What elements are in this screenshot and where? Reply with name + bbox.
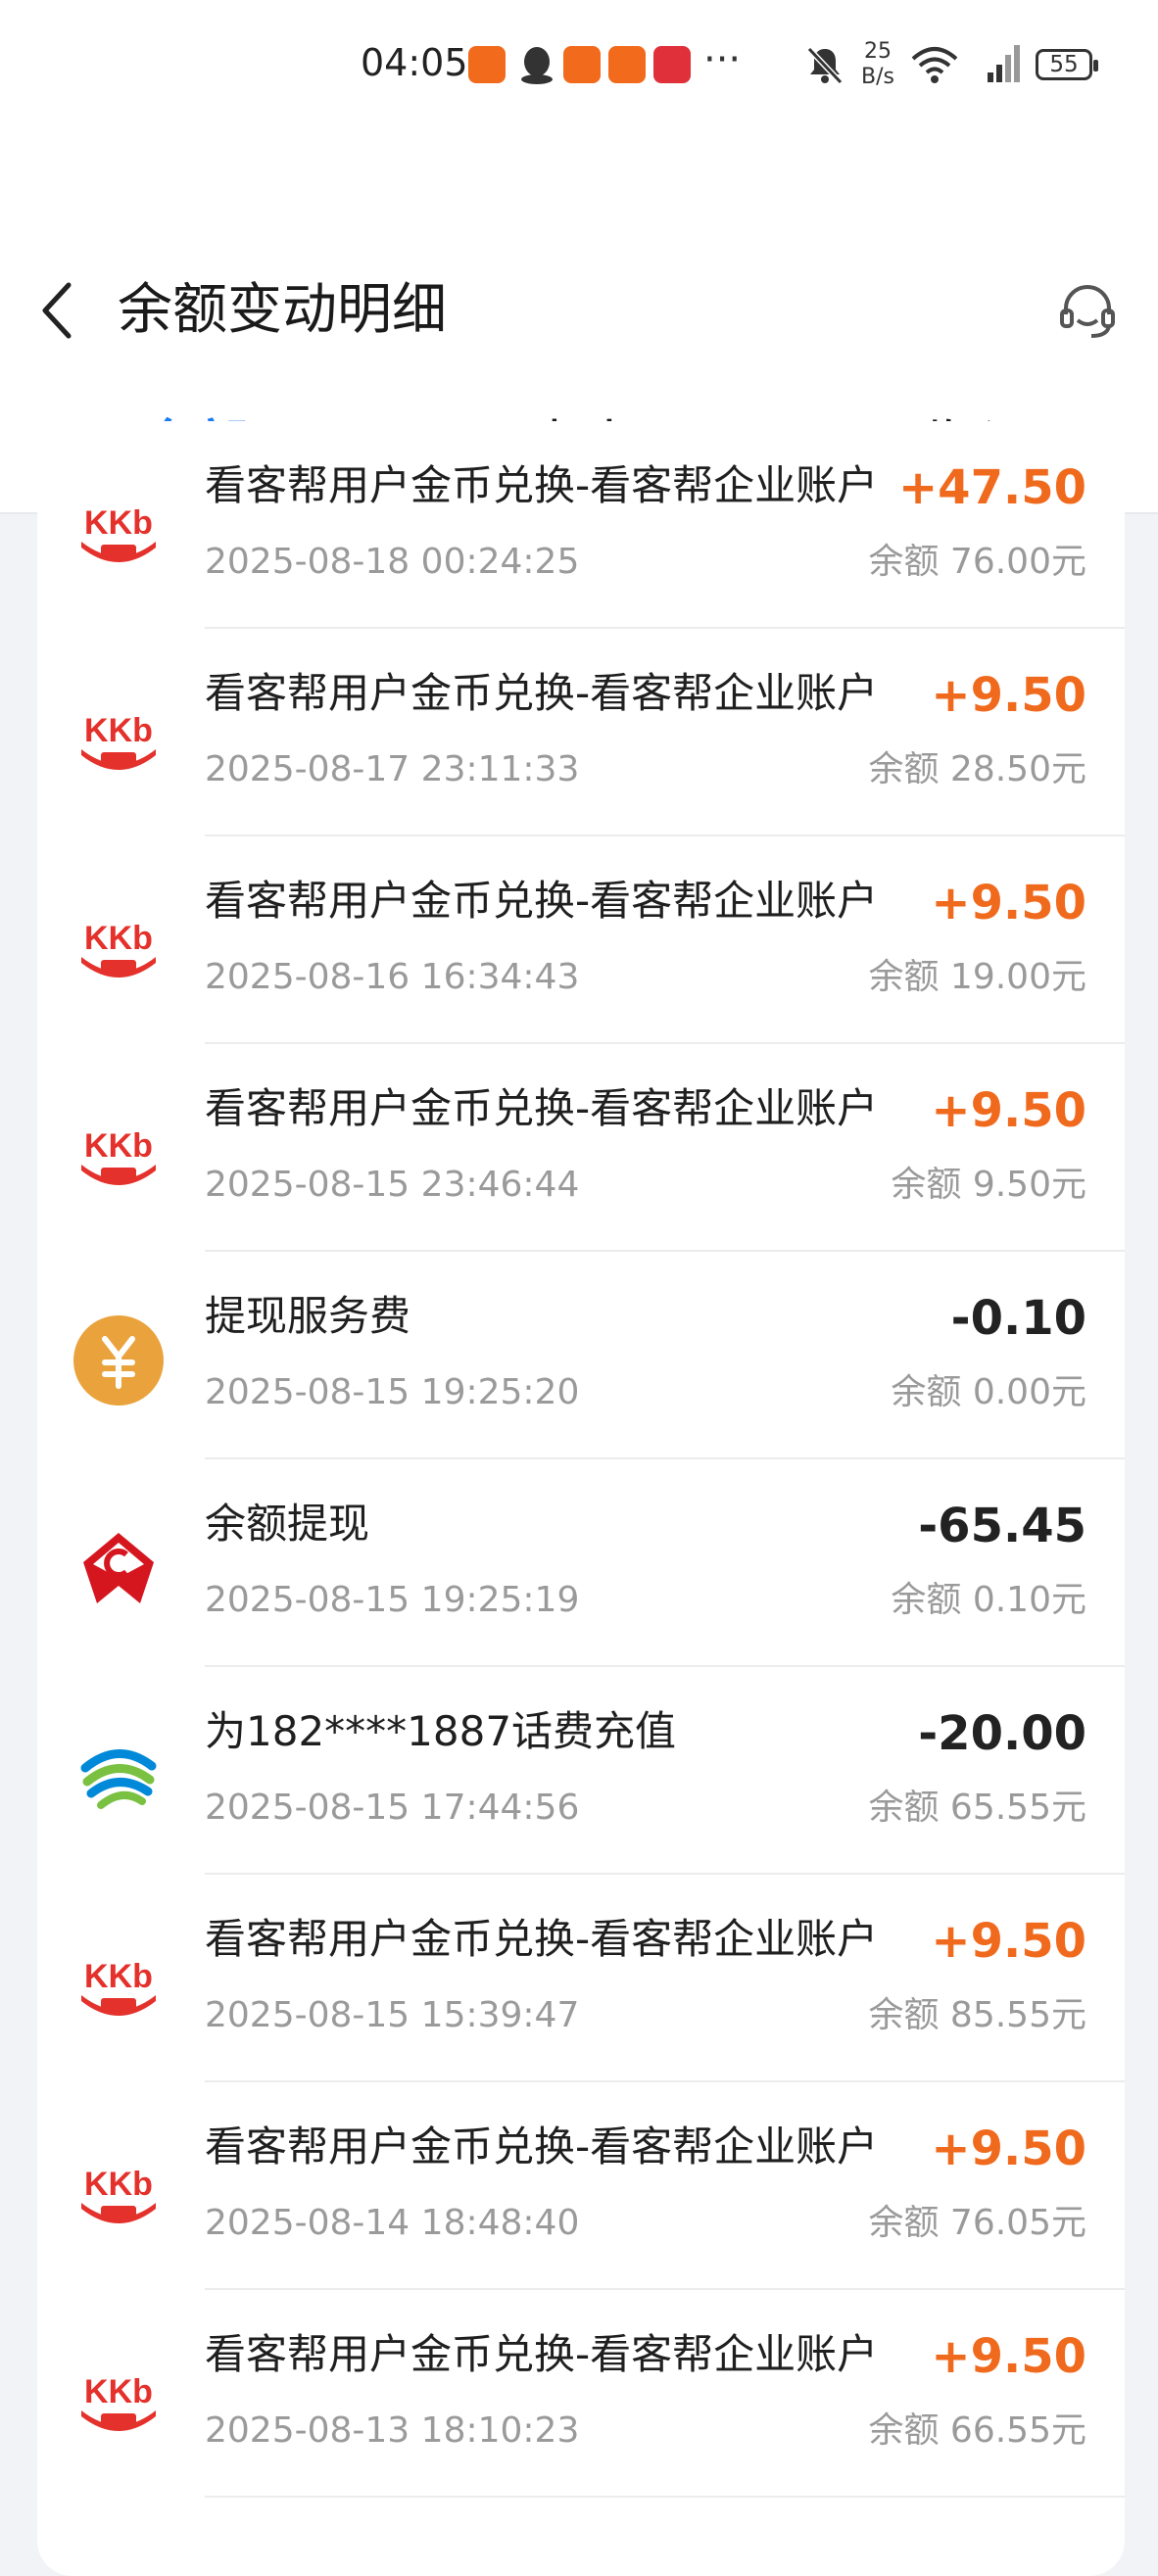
network-speed-value: 25 — [864, 39, 892, 64]
transaction-description: 看客帮用户金币兑换-看客帮企业账户 — [205, 2330, 879, 2378]
transaction-description: 余额提现 — [205, 1500, 370, 1548]
svg-text:KKb: KKb — [84, 2373, 153, 2410]
transaction-description: 为182****1887话费充值 — [205, 1707, 677, 1755]
svg-text:KKb: KKb — [84, 1958, 153, 1995]
transaction-amount: -0.10 — [950, 1291, 1086, 1346]
more-notifications-icon: ··· — [703, 37, 742, 82]
transaction-description: 看客帮用户金币兑换-看客帮企业账户 — [205, 1084, 879, 1132]
customer-service-icon[interactable] — [1056, 281, 1119, 344]
video-app-icon — [653, 46, 691, 83]
transaction-balance: 余额 65.55元 — [868, 1788, 1086, 1828]
transaction-time: 2025-08-15 23:46:44 — [205, 1165, 580, 1205]
transaction-balance: 余额 0.10元 — [891, 1580, 1086, 1620]
transaction-description: 看客帮用户金币兑换-看客帮企业账户 — [205, 877, 879, 925]
transaction-balance: 余额 0.00元 — [891, 1372, 1086, 1412]
transaction-list: KKb 看客帮用户金币兑换-看客帮企业账户 +47.50 2025-08-18 00… — [37, 421, 1125, 2576]
transaction-amount: +9.50 — [931, 1083, 1086, 1138]
transaction-row[interactable]: KKb 看客帮用户金币兑换-看客帮企业账户 +9.50 2025-08-15 15:… — [37, 1875, 1125, 2082]
row-divider — [205, 2496, 1125, 2498]
transaction-time: 2025-08-16 16:34:43 — [205, 957, 580, 997]
svg-text:KKb: KKb — [84, 920, 153, 957]
kkb-logo-icon: KKb — [73, 2354, 164, 2444]
svg-text:KKb: KKb — [84, 1127, 153, 1165]
transaction-amount: +9.50 — [931, 668, 1086, 723]
app-notification-icon — [608, 46, 646, 83]
bank-logo-icon — [83, 1533, 154, 1603]
kkb-logo-icon: KKb — [73, 692, 164, 783]
transaction-time: 2025-08-15 15:39:47 — [205, 1995, 580, 2035]
transaction-amount: +47.50 — [897, 460, 1086, 515]
transaction-row[interactable]: KKb 看客帮用户金币兑换-看客帮企业账户 +47.50 2025-08-18 00… — [37, 421, 1125, 629]
page-title: 余额变动明细 — [118, 278, 447, 342]
transaction-description: 看客帮用户金币兑换-看客帮企业账户 — [205, 669, 879, 717]
transaction-amount: +9.50 — [931, 2122, 1086, 2176]
battery-indicator: 55 — [1036, 49, 1098, 80]
transaction-description: 提现服务费 — [205, 1292, 411, 1340]
transaction-time: 2025-08-15 19:25:19 — [205, 1580, 580, 1620]
status-bar: 04:05 ··· 25 B/s 55 — [0, 0, 1158, 132]
cellular-signal-icon — [988, 45, 1020, 82]
transaction-balance: 余额 66.55元 — [868, 2410, 1086, 2451]
transaction-balance: 余额 76.05元 — [868, 2203, 1086, 2243]
network-speed-unit: B/s — [861, 65, 894, 89]
transaction-balance: 余额 76.00元 — [868, 542, 1086, 582]
transaction-time: 2025-08-15 19:25:20 — [205, 1372, 580, 1412]
status-time: 04:05 — [361, 41, 468, 84]
yuan-coin-icon — [73, 1315, 164, 1406]
china-mobile-logo-icon — [79, 1737, 158, 1815]
svg-text:KKb: KKb — [84, 2166, 153, 2203]
transaction-description: 看客帮用户金币兑换-看客帮企业账户 — [205, 2123, 879, 2171]
back-arrow-icon[interactable] — [35, 279, 82, 342]
network-speed: 25 B/s — [858, 39, 897, 90]
transaction-row[interactable]: KKb 看客帮用户金币兑换-看客帮企业账户 +9.50 2025-08-17 23:… — [37, 629, 1125, 836]
transaction-time: 2025-08-18 00:24:25 — [205, 542, 580, 582]
app-notification-icon — [563, 46, 601, 83]
transaction-row[interactable]: KKb 看客帮用户金币兑换-看客帮企业账户 +9.50 2025-08-14 18:… — [37, 2082, 1125, 2290]
transaction-time: 2025-08-14 18:48:40 — [205, 2203, 580, 2243]
svg-text:KKb: KKb — [84, 504, 153, 542]
kkb-logo-icon: KKb — [73, 900, 164, 990]
transaction-amount: +9.50 — [931, 876, 1086, 930]
transaction-row[interactable]: 余额提现 -65.45 2025-08-15 19:25:19 余额 0.10元 — [37, 1459, 1125, 1667]
transaction-balance: 余额 19.00元 — [868, 957, 1086, 997]
mute-bell-icon — [806, 46, 844, 85]
transaction-description: 看客帮用户金币兑换-看客帮企业账户 — [205, 461, 879, 509]
qq-icon — [521, 47, 553, 84]
svg-text:KKb: KKb — [84, 712, 153, 749]
transaction-amount: +9.50 — [931, 2329, 1086, 2384]
kkb-logo-icon: KKb — [73, 1108, 164, 1198]
transaction-time: 2025-08-13 18:10:23 — [205, 2410, 580, 2451]
transaction-balance: 余额 9.50元 — [891, 1165, 1086, 1205]
kkb-logo-icon: KKb — [73, 1938, 164, 2028]
transaction-amount: +9.50 — [931, 1914, 1086, 1969]
transaction-row[interactable]: 提现服务费 -0.10 2025-08-15 19:25:20 余额 0.00元 — [37, 1252, 1125, 1459]
transaction-row[interactable]: 为182****1887话费充值 -20.00 2025-08-15 17:44:5… — [37, 1667, 1125, 1875]
transaction-balance: 余额 28.50元 — [868, 749, 1086, 789]
transaction-description: 看客帮用户金币兑换-看客帮企业账户 — [205, 1915, 879, 1963]
transaction-balance: 余额 85.55元 — [868, 1995, 1086, 2035]
kkb-logo-icon: KKb — [73, 485, 164, 575]
transaction-amount: -65.45 — [918, 1499, 1086, 1553]
transaction-row[interactable]: KKb 看客帮用户金币兑换-看客帮企业账户 +9.50 2025-08-16 16:… — [37, 836, 1125, 1044]
transaction-time: 2025-08-15 17:44:56 — [205, 1788, 580, 1828]
transaction-time: 2025-08-17 23:11:33 — [205, 749, 580, 789]
transaction-row[interactable]: KKb 看客帮用户金币兑换-看客帮企业账户 +9.50 2025-08-13 18:… — [37, 2290, 1125, 2498]
app-notification-icon — [468, 46, 506, 83]
transaction-amount: -20.00 — [918, 1706, 1086, 1761]
kkb-logo-icon: KKb — [73, 2146, 164, 2236]
wifi-icon — [911, 47, 958, 83]
transaction-row[interactable]: KKb 看客帮用户金币兑换-看客帮企业账户 +9.50 2025-08-15 23:… — [37, 1044, 1125, 1252]
